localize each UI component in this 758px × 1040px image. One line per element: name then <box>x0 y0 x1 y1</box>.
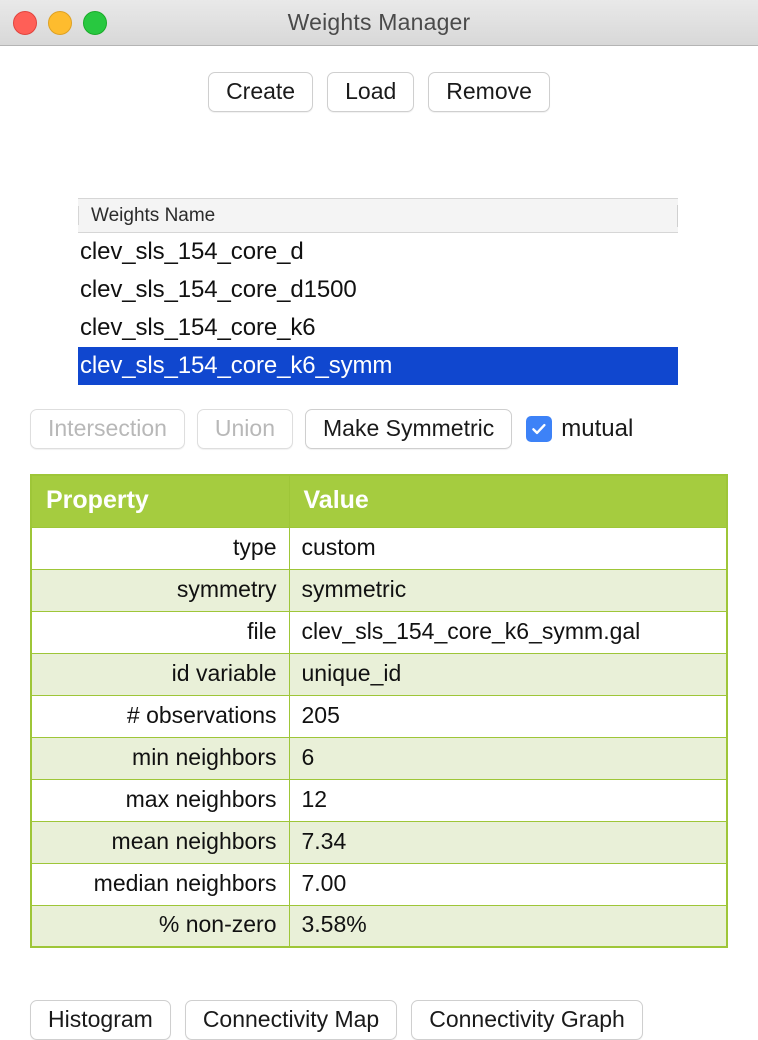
top-button-row: Create Load Remove <box>0 46 758 113</box>
property-key: file <box>30 610 290 654</box>
property-value: 6 <box>288 736 728 780</box>
property-value: clev_sls_154_core_k6_symm.gal <box>288 610 728 654</box>
minimize-button-icon[interactable] <box>48 10 72 35</box>
property-key: id variable <box>30 652 290 696</box>
value-column-header: Value <box>288 474 728 528</box>
property-value: 12 <box>288 778 728 822</box>
table-row: file clev_sls_154_core_k6_symm.gal <box>30 610 728 654</box>
property-key: type <box>30 526 290 570</box>
weights-name-column-header[interactable]: Weights Name <box>78 206 215 225</box>
property-key: # observations <box>30 694 290 738</box>
table-row: % non-zero 3.58% <box>30 904 728 948</box>
list-item-selected[interactable]: clev_sls_154_core_k6_symm <box>78 347 678 385</box>
property-value: 7.34 <box>288 820 728 864</box>
table-row: type custom <box>30 526 728 570</box>
title-bar: Weights Manager <box>0 0 758 46</box>
histogram-button[interactable]: Histogram <box>30 1000 171 1040</box>
maximize-button-icon[interactable] <box>83 10 107 35</box>
window-title: Weights Manager <box>287 9 471 35</box>
window-body: Create Load Remove Weights Name clev_sls… <box>0 46 758 1040</box>
remove-button[interactable]: Remove <box>428 72 550 113</box>
table-row: median neighbors 7.00 <box>30 862 728 906</box>
column-resize-grip[interactable] <box>677 204 678 227</box>
weights-manager-window: Weights Manager Create Load Remove Weigh… <box>0 0 758 1040</box>
properties-table-head: Property Value <box>30 474 728 528</box>
properties-header-row: Property Value <box>30 474 728 528</box>
property-value: unique_id <box>288 652 728 696</box>
mutual-checkbox[interactable] <box>526 416 553 443</box>
properties-table-body: type custom symmetry symmetric file clev… <box>30 526 728 948</box>
property-key: % non-zero <box>30 904 290 948</box>
list-item[interactable]: clev_sls_154_core_d1500 <box>78 271 678 309</box>
table-row: max neighbors 12 <box>30 778 728 822</box>
property-column-header: Property <box>30 474 290 528</box>
list-item[interactable]: clev_sls_154_core_d <box>78 233 678 271</box>
table-row: id variable unique_id <box>30 652 728 696</box>
weights-list[interactable]: Weights Name clev_sls_154_core_d clev_sl… <box>78 198 678 385</box>
property-value: custom <box>288 526 728 570</box>
mutual-checkbox-label: mutual <box>561 415 634 443</box>
check-icon <box>532 424 546 435</box>
property-value: 7.00 <box>288 862 728 906</box>
table-row: symmetry symmetric <box>30 568 728 612</box>
connectivity-graph-button[interactable]: Connectivity Graph <box>411 1000 643 1040</box>
property-value: 3.58% <box>288 904 728 948</box>
property-key: mean neighbors <box>30 820 290 864</box>
property-key: min neighbors <box>30 736 290 780</box>
table-row: min neighbors 6 <box>30 736 728 780</box>
properties-table: Property Value type custom symmetry symm… <box>30 474 728 948</box>
connectivity-map-button[interactable]: Connectivity Map <box>184 1000 398 1040</box>
list-item[interactable]: clev_sls_154_core_k6 <box>78 309 678 347</box>
mutual-checkbox-group[interactable]: mutual <box>526 415 633 443</box>
bottom-button-row: Histogram Connectivity Map Connectivity … <box>30 1000 643 1040</box>
weights-list-rows: clev_sls_154_core_d clev_sls_154_core_d1… <box>78 233 678 385</box>
load-button[interactable]: Load <box>327 72 415 113</box>
traffic-lights <box>13 10 107 35</box>
table-row: mean neighbors 7.34 <box>30 820 728 864</box>
union-button[interactable]: Union <box>196 409 294 450</box>
property-key: median neighbors <box>30 862 290 906</box>
property-key: max neighbors <box>30 778 290 822</box>
operations-row: Intersection Union Make Symmetric mutual <box>30 409 633 450</box>
make-symmetric-button[interactable]: Make Symmetric <box>305 409 513 450</box>
table-row: # observations 205 <box>30 694 728 738</box>
property-value: symmetric <box>288 568 728 612</box>
create-button[interactable]: Create <box>208 72 314 113</box>
intersection-button[interactable]: Intersection <box>30 409 185 450</box>
property-key: symmetry <box>30 568 290 612</box>
close-button-icon[interactable] <box>13 10 37 35</box>
property-value: 205 <box>288 694 728 738</box>
weights-list-header: Weights Name <box>78 198 678 233</box>
